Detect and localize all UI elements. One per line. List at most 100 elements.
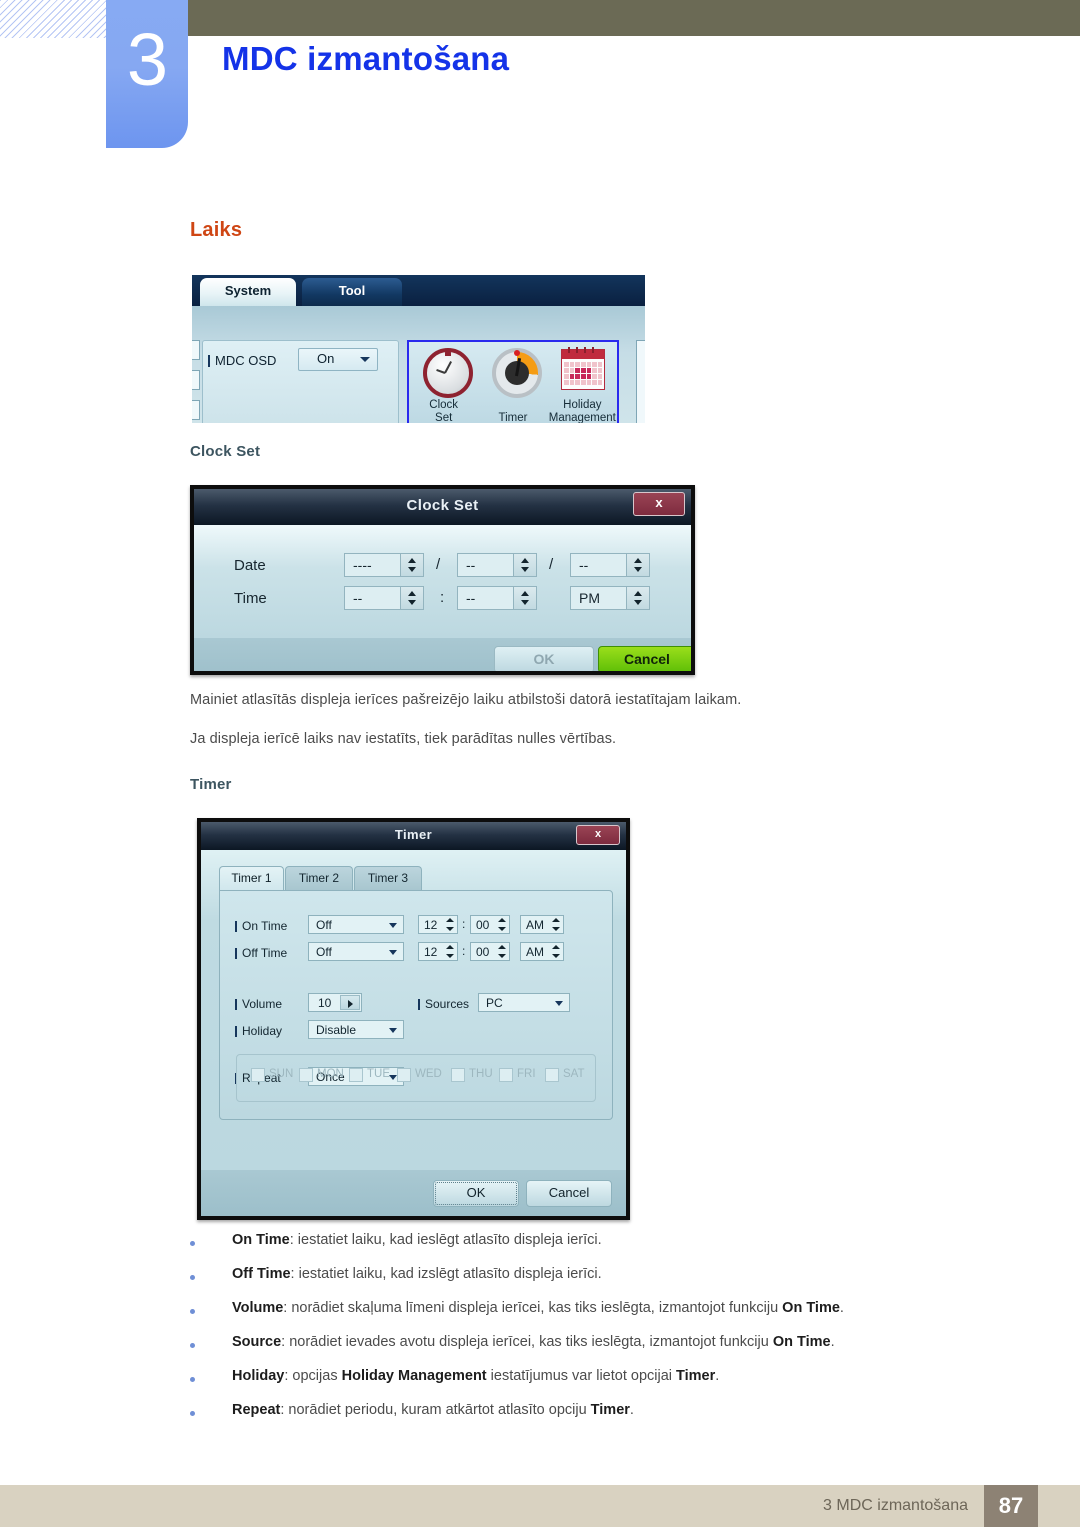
tab-timer-1[interactable]: Timer 1	[219, 866, 284, 892]
list-item: Off Time: iestatiet laiku, kad izslēgt a…	[190, 1266, 1020, 1300]
time-separator: :	[440, 589, 445, 606]
ok-button[interactable]: OK	[494, 646, 594, 671]
checkbox[interactable]	[299, 1068, 313, 1082]
date-year-spinner[interactable]: ----	[344, 553, 424, 577]
checkbox[interactable]	[349, 1068, 363, 1082]
mdc-time-icon-panel: Clock Set Timer Holiday Management	[407, 340, 619, 423]
tab-timer-3[interactable]: Timer 3	[354, 866, 422, 892]
checkbox[interactable]	[251, 1068, 265, 1082]
tab-system[interactable]: System	[200, 278, 296, 306]
off-time-mode-value: Off	[316, 945, 332, 959]
bullet-term-2: On Time	[772, 1334, 831, 1350]
spinner-arrows[interactable]	[400, 554, 423, 576]
spinner-arrows[interactable]	[549, 917, 562, 932]
bullet-term: Source	[232, 1334, 282, 1350]
mdc-osd-label: MDC OSD	[207, 353, 277, 368]
left-panel-stubs	[192, 340, 201, 423]
decorative-hatch-pattern	[0, 0, 110, 38]
time-ampm-spinner[interactable]: PM	[570, 586, 650, 610]
off-time-minute-value: 00	[476, 945, 490, 959]
spinner-arrows[interactable]	[495, 917, 508, 932]
date-day-value: --	[579, 557, 589, 573]
date-label: Date	[234, 557, 266, 574]
date-day-spinner[interactable]: --	[570, 553, 650, 577]
calendar-icon	[561, 347, 606, 390]
clock-icon	[422, 348, 473, 398]
mdc-osd-dropdown[interactable]: On	[298, 348, 378, 371]
tab-tool[interactable]: Tool	[302, 278, 402, 306]
timer-dial-icon	[491, 348, 542, 398]
bullet-text-2: .	[839, 1300, 844, 1316]
day-label: SUN	[269, 1068, 294, 1080]
date-separator-2: /	[549, 556, 554, 573]
on-time-mode-dropdown[interactable]: Off	[308, 915, 404, 934]
spinner-arrows[interactable]	[513, 587, 536, 609]
chevron-down-icon	[389, 950, 397, 955]
date-month-value: --	[466, 557, 476, 573]
spinner-arrows[interactable]	[513, 554, 536, 576]
spinner-arrows[interactable]	[626, 587, 649, 609]
spinner-arrows[interactable]	[400, 587, 423, 609]
checkbox[interactable]	[499, 1068, 513, 1082]
clock-set-title: Clock Set	[406, 497, 479, 514]
holiday-value: Disable	[316, 1023, 357, 1037]
bullet-term-2: Timer	[590, 1402, 630, 1418]
bullet-term: On Time	[232, 1232, 290, 1248]
checkbox[interactable]	[451, 1068, 465, 1082]
checkbox[interactable]	[545, 1068, 559, 1082]
sources-value: PC	[486, 996, 503, 1010]
bullet-text: : norādiet skaļuma līmeni displeja ierīc…	[283, 1300, 783, 1316]
date-month-spinner[interactable]: --	[457, 553, 537, 577]
checkbox[interactable]	[397, 1068, 411, 1082]
mdc-system-screenshot: System Tool MDC OSD On Clock Set Timer H…	[192, 275, 645, 423]
cancel-button[interactable]: Cancel	[526, 1180, 612, 1207]
bullet-text-2: iestatījumus var lietot opcijai	[486, 1368, 677, 1384]
day-label: MON	[317, 1068, 344, 1080]
off-time-label: Off Time	[234, 946, 288, 960]
list-item: Volume: norādiet skaļuma līmeni displeja…	[190, 1300, 1020, 1334]
off-time-ampm-spinner[interactable]: AM	[520, 942, 564, 961]
ok-button[interactable]: OK	[433, 1180, 519, 1207]
spinner-arrows[interactable]	[549, 944, 562, 959]
on-time-minute-spinner[interactable]: 00	[470, 915, 510, 934]
time-hour-spinner[interactable]: --	[344, 586, 424, 610]
spinner-arrows[interactable]	[443, 944, 456, 959]
volume-value: 10	[318, 996, 332, 1010]
timer-button[interactable]: Timer	[478, 342, 547, 423]
arrow-right-icon[interactable]	[340, 995, 360, 1010]
on-time-hour-value: 12	[424, 918, 438, 932]
bullet-dot-icon	[190, 1343, 195, 1348]
time-minute-spinner[interactable]: --	[457, 586, 537, 610]
spinner-arrows[interactable]	[443, 917, 456, 932]
sources-dropdown[interactable]: PC	[478, 993, 570, 1012]
day-label: TUE	[367, 1068, 390, 1080]
on-time-colon: :	[462, 917, 466, 931]
bullet-term-2: Holiday Management	[341, 1368, 487, 1384]
off-time-minute-spinner[interactable]: 00	[470, 942, 510, 961]
timer-dialog: Timer x Timer 1 Timer 2 Timer 3 On Time …	[197, 818, 630, 1220]
on-time-minute-value: 00	[476, 918, 490, 932]
off-time-ampm-value: AM	[526, 945, 544, 959]
holiday-dropdown[interactable]: Disable	[308, 1020, 404, 1039]
off-time-hour-spinner[interactable]: 12	[418, 942, 458, 961]
chapter-number-badge: 3	[106, 0, 188, 148]
close-icon[interactable]: x	[633, 492, 685, 516]
off-time-mode-dropdown[interactable]: Off	[308, 942, 404, 961]
spinner-arrows[interactable]	[626, 554, 649, 576]
on-time-ampm-spinner[interactable]: AM	[520, 915, 564, 934]
holiday-management-button[interactable]: Holiday Management	[548, 342, 617, 423]
clock-set-button[interactable]: Clock Set	[409, 342, 478, 423]
subheading-clock-set: Clock Set	[190, 443, 261, 460]
close-icon[interactable]: x	[576, 825, 620, 845]
bullet-text: : opcijas	[284, 1368, 342, 1384]
cancel-button[interactable]: Cancel	[598, 646, 691, 671]
timer-footer: OK Cancel	[201, 1170, 626, 1216]
mdc-tab-strip: System Tool	[192, 275, 645, 306]
volume-stepper[interactable]: 10	[308, 993, 362, 1012]
date-year-value: ----	[353, 557, 372, 573]
tab-timer-2[interactable]: Timer 2	[285, 866, 353, 892]
on-time-hour-spinner[interactable]: 12	[418, 915, 458, 934]
page-number: 87	[984, 1485, 1038, 1527]
timer-label: Timer	[498, 411, 528, 424]
spinner-arrows[interactable]	[495, 944, 508, 959]
